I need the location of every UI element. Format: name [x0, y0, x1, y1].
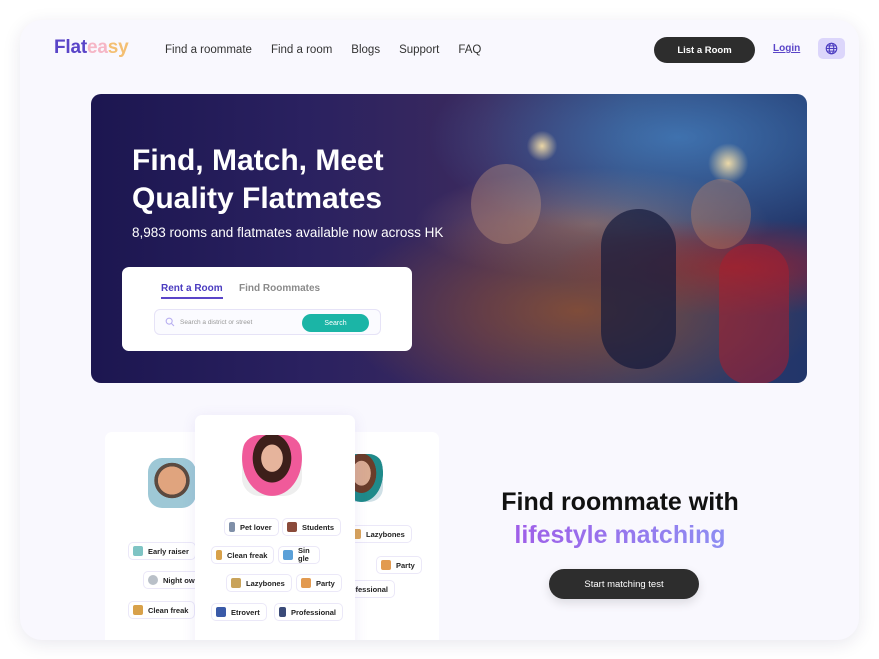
- lifestyle-chip: Etrovert: [211, 603, 267, 621]
- page-frame: Flateasy Find a roommate Find a room Blo…: [20, 20, 859, 640]
- single-icon: [283, 550, 293, 560]
- lazybones-icon: [231, 578, 241, 588]
- lifestyle-chip: Clean freak: [128, 601, 196, 619]
- language-button[interactable]: [818, 38, 845, 59]
- chip-label: Sin gle: [298, 546, 310, 563]
- matching-title-line2: lifestyle matching: [514, 521, 726, 549]
- logo-text-flat: Flat: [54, 37, 87, 58]
- matching-title: Find roommate with lifestyle matching: [460, 486, 780, 552]
- search-card: Rent a Room Find Roommates Search: [122, 267, 412, 351]
- clean-freak-icon: [133, 605, 143, 615]
- search-button[interactable]: Search: [302, 314, 369, 332]
- extrovert-icon: [216, 607, 226, 617]
- students-icon: [287, 522, 297, 532]
- hero-title-line1: Find, Match, Meet: [132, 144, 384, 177]
- lifestyle-chip: Early raiser: [128, 542, 196, 560]
- list-a-room-button[interactable]: List a Room: [654, 37, 755, 63]
- party-icon: [381, 560, 391, 570]
- nav-find-roommate[interactable]: Find a roommate: [165, 44, 252, 56]
- login-link[interactable]: Login: [773, 43, 800, 54]
- night-owl-icon: [148, 575, 158, 585]
- chip-label: Party: [396, 560, 415, 570]
- search-bar: Search: [154, 309, 381, 335]
- chip-label: Lazybones: [246, 578, 285, 588]
- logo-text-ea: ea: [86, 37, 108, 58]
- chip-label: Party: [316, 578, 335, 588]
- party-icon: [301, 578, 311, 588]
- lifestyle-chip: Sin gle: [278, 546, 320, 564]
- nav-blogs[interactable]: Blogs: [351, 44, 380, 56]
- hero-title: Find, Match, Meet Quality Flatmates: [132, 142, 552, 218]
- lifestyle-chip: Party: [376, 556, 422, 574]
- flateasy-logo[interactable]: Flateasy: [54, 37, 129, 59]
- lifestyle-chip: Lazybones: [226, 574, 292, 592]
- hero-photo-person: [719, 244, 789, 383]
- lifestyle-chip: Pet lover: [224, 518, 279, 536]
- tab-find-roommates[interactable]: Find Roommates: [239, 283, 320, 294]
- lifestyle-chip: Professional: [274, 603, 344, 621]
- nav-find-room[interactable]: Find a room: [271, 44, 332, 56]
- hero-subtitle: 8,983 rooms and flatmates available now …: [132, 225, 444, 240]
- search-input[interactable]: [180, 316, 295, 329]
- hero-title-line2: Quality Flatmates: [132, 182, 383, 215]
- start-matching-test-button[interactable]: Start matching test: [549, 569, 699, 599]
- hero-photo-person: [601, 209, 676, 369]
- chip-label: Night owl: [163, 575, 197, 585]
- search-icon: [165, 317, 175, 327]
- lifestyle-chip: Clean freak: [211, 546, 275, 564]
- tab-rent-a-room[interactable]: Rent a Room: [161, 283, 223, 299]
- lifestyle-chip: Lazybones: [346, 525, 412, 543]
- profile-card-left[interactable]: Early raiser Night owl Clean freak: [105, 432, 205, 640]
- main-nav: Find a roommate Find a room Blogs Suppor…: [165, 44, 500, 56]
- early-raiser-icon: [133, 546, 143, 556]
- chip-label: Clean freak: [148, 605, 189, 615]
- professional-icon: [279, 607, 286, 617]
- pet-lover-icon: [229, 522, 235, 532]
- profile-card-center[interactable]: Pet lover Students Clean freak Sin gle L…: [195, 415, 355, 640]
- hero-banner: Find, Match, Meet Quality Flatmates 8,98…: [91, 94, 807, 383]
- lifestyle-chip: Party: [296, 574, 342, 592]
- chip-label: Clean freak: [227, 550, 268, 560]
- chip-label: Pet lover: [240, 522, 272, 532]
- clean-freak-icon: [216, 550, 222, 560]
- chip-label: Early raiser: [148, 546, 189, 556]
- chip-label: Professional: [291, 607, 337, 617]
- chip-label: Etrovert: [231, 607, 260, 617]
- chip-label: Lazybones: [366, 529, 405, 539]
- matching-title-line1: Find roommate with: [501, 488, 739, 516]
- avatar-woman: [242, 435, 302, 496]
- lifestyle-chip: Students: [282, 518, 342, 536]
- hero-photo-person: [691, 179, 751, 249]
- avatar-man: [148, 458, 196, 508]
- nav-faq[interactable]: FAQ: [458, 44, 481, 56]
- nav-support[interactable]: Support: [399, 44, 439, 56]
- chip-label: Students: [302, 522, 335, 532]
- logo-text-sy: sy: [107, 37, 129, 58]
- globe-icon: [825, 42, 838, 55]
